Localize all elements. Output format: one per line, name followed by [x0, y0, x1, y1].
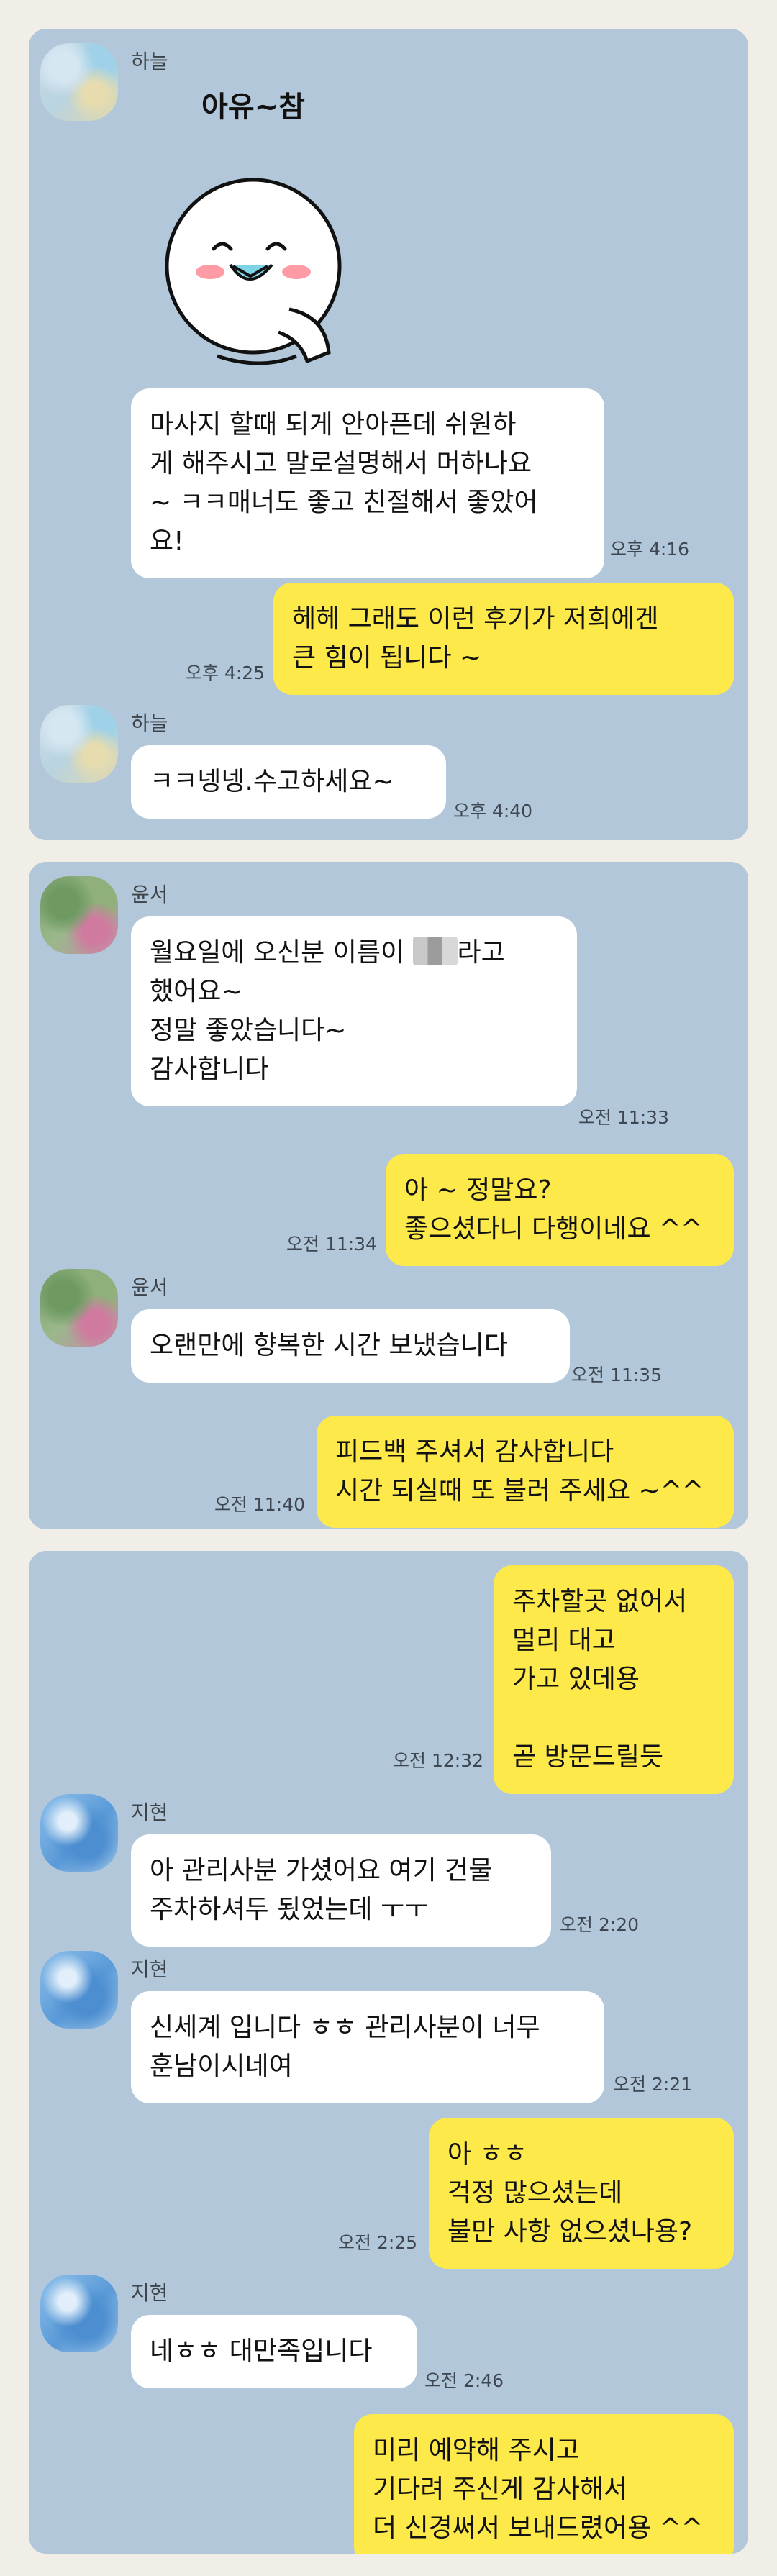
avatar[interactable] [40, 2275, 118, 2352]
sender-name: 지현 [131, 2281, 168, 2305]
message-bubble[interactable]: 마사지 할때 되게 안아픈데 쉬원하 게 해주시고 말로설명해서 머하나요 ~ … [131, 388, 604, 578]
message-bubble-sent[interactable]: 주차할곳 없어서 멀리 대고 가고 있데용 곧 방문드릴듯 [494, 1565, 734, 1794]
message-time: 오전 12:32 [393, 1750, 483, 1771]
sender-name: 지현 [131, 1957, 168, 1981]
message-bubble[interactable]: 네ㅎㅎ 대만족입니다 [131, 2315, 417, 2388]
sender-name: 지현 [131, 1801, 168, 1824]
message-time: 오전 11:34 [286, 1234, 377, 1255]
message-time: 오전 2:21 [613, 2074, 693, 2095]
sticker-text: 아유~참 [201, 91, 305, 124]
message-text: 월요일에 오신분 이름이 [150, 938, 413, 968]
message-time: 오전 2:46 [424, 2370, 504, 2391]
avatar[interactable] [40, 1269, 118, 1347]
message-time: 오전 11:40 [214, 1494, 305, 1515]
emoticon-sticker[interactable]: 아유~참 [145, 72, 390, 396]
message-time: 오후 4:25 [186, 663, 265, 683]
message-bubble[interactable]: 오랜만에 향복한 시간 보냈습니다 [131, 1309, 570, 1383]
sender-name: 하늘 [131, 50, 168, 73]
avatar[interactable] [40, 1951, 118, 2029]
message-bubble-sent[interactable]: 아 ㅎㅎ 걱정 많으셨는데 불만 사항 없으셨나용? [429, 2118, 734, 2269]
sender-name: 윤서 [131, 1275, 168, 1299]
message-bubble-sent[interactable]: 미리 예약해 주시고 기다려 주신게 감사해서 더 신경써서 보내드렸어용 ^^ [354, 2414, 734, 2554]
avatar[interactable] [40, 876, 118, 954]
avatar[interactable] [40, 43, 118, 121]
chat-panel-2: 윤서 월요일에 오신분 이름이 라고 했어요~ 정말 좋았습니다~ 감사합니다 … [29, 862, 748, 1529]
message-time: 오전 11:35 [571, 1365, 662, 1385]
message-bubble-sent[interactable]: 헤헤 그래도 이런 후기가 저희에겐 큰 힘이 됩니다 ~ [273, 583, 734, 695]
message-bubble[interactable]: 아 관리사분 가셨어요 여기 건물 주차하셔두 됬었는데 ㅜㅜ [131, 1834, 551, 1947]
message-bubble[interactable]: 월요일에 오신분 이름이 라고 했어요~ 정말 좋았습니다~ 감사합니다 [131, 916, 577, 1106]
message-bubble[interactable]: 신세계 입니다 ㅎㅎ 관리사분이 너무 훈남이시네여 [131, 1991, 604, 2103]
sender-name: 윤서 [131, 883, 168, 906]
message-time: 오후 4:16 [610, 539, 690, 560]
message-bubble-sent[interactable]: 피드백 주셔서 감사합니다 시간 되실때 또 불러 주세요 ~^^ [317, 1416, 734, 1528]
sender-name: 하늘 [131, 711, 168, 735]
message-bubble-sent[interactable]: 아 ~ 정말요? 좋으셨다니 다행이네요 ^^ [386, 1154, 734, 1266]
message-time: 오전 2:20 [560, 1914, 640, 1935]
chat-panel-3: 주차할곳 없어서 멀리 대고 가고 있데용 곧 방문드릴듯 오전 12:32 지… [29, 1551, 748, 2554]
message-time: 오전 11:33 [578, 1107, 669, 1128]
avatar[interactable] [40, 705, 118, 783]
message-time: 오전 2:25 [338, 2232, 418, 2253]
blurred-name [412, 937, 458, 965]
chat-panel-1: 하늘 아유~참 마사지 할때 되게 안아픈데 쉬원하 게 해주시고 말로설명해서… [29, 29, 748, 840]
avatar[interactable] [40, 1794, 118, 1872]
message-time: 오후 4:40 [453, 801, 533, 822]
message-bubble[interactable]: ㅋㅋ넹넹.수고하세요~ [131, 745, 446, 819]
